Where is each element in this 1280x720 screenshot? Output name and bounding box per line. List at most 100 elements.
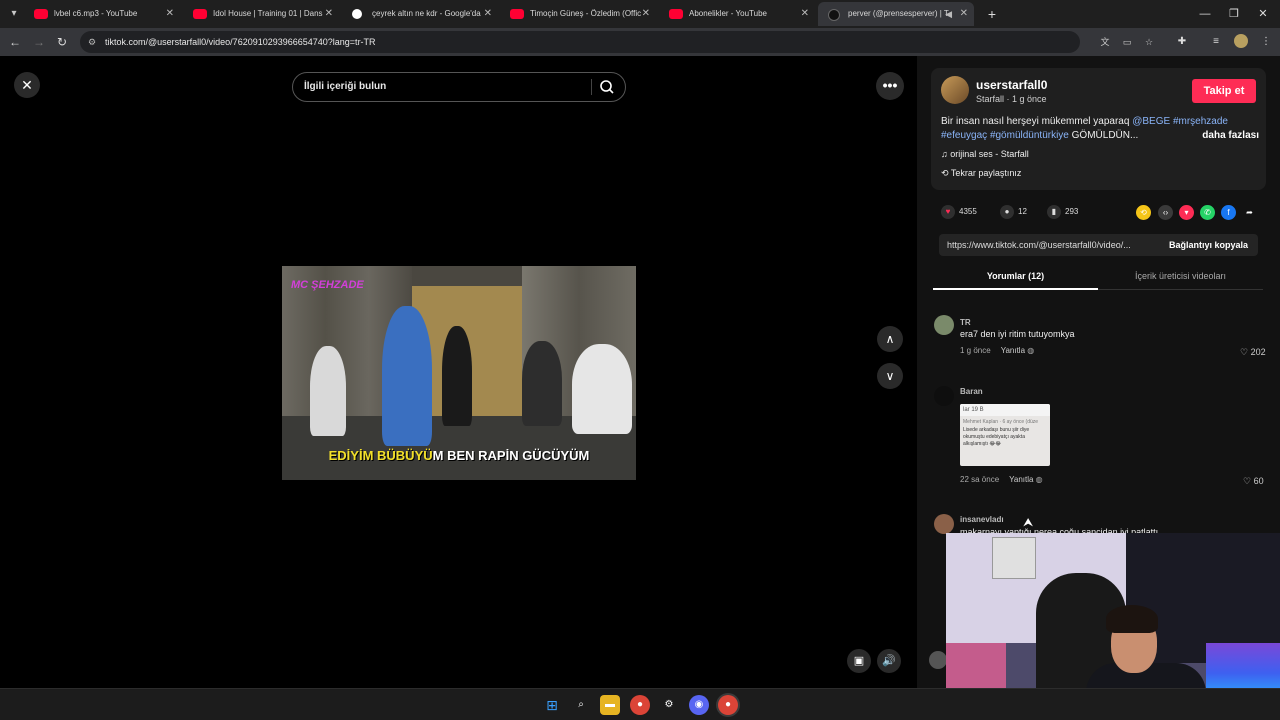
follow-button[interactable]: Takip et (1192, 79, 1256, 103)
close-tab-icon[interactable]: ✕ (166, 2, 174, 26)
address-bar[interactable]: ⚙ tiktok.com/@userstarfall0/video/762091… (80, 31, 1153, 53)
share-link-text[interactable]: https://www.tiktok.com/@userstarfall0/vi… (947, 234, 1131, 256)
author-username[interactable]: userstarfall0 (976, 78, 1047, 92)
repost-share-icon[interactable]: ⟲ (1136, 205, 1151, 220)
site-info-icon[interactable]: ⚙ (88, 36, 100, 48)
reply-button[interactable]: Yanıtla (1001, 346, 1025, 355)
bookmark-star-icon[interactable]: ☆ (1142, 35, 1156, 49)
browser-tab[interactable]: çeyrek altın ne kdr - Google'da ✕ (342, 2, 498, 26)
hashtag-link[interactable]: #efeuygaç (941, 130, 987, 141)
creator-liked-icon: ◍ (1033, 475, 1043, 484)
whatsapp-icon[interactable]: ✆ (1200, 205, 1215, 220)
user-avatar[interactable] (929, 651, 947, 669)
comment-text: era7 den iyi ritim tutuyomkya (960, 329, 1075, 339)
tab-comments[interactable]: Yorumlar (12) (933, 268, 1098, 290)
chrome-icon[interactable]: ● (630, 695, 650, 715)
next-video-button[interactable]: ∨ (877, 363, 903, 389)
comment-username[interactable]: Baran (960, 387, 983, 396)
reload-icon[interactable]: ↻ (53, 33, 71, 51)
close-tab-icon[interactable]: ✕ (484, 2, 492, 26)
file-explorer-icon[interactable]: ▬ (600, 695, 620, 715)
hashtag-link[interactable]: #mrşehzade (1173, 116, 1228, 127)
url-text[interactable]: tiktok.com/@userstarfall0/video/76209102… (105, 31, 376, 53)
restore-icon[interactable]: ❐ (1224, 4, 1244, 24)
google-icon (352, 9, 362, 19)
discord-icon[interactable]: ◉ (689, 695, 709, 715)
translate-icon[interactable]: 文 (1098, 35, 1112, 49)
commenter-avatar[interactable] (934, 514, 954, 534)
cat-poster (992, 537, 1036, 579)
close-tab-icon[interactable]: ✕ (642, 2, 650, 26)
music-note-icon: ♫ (941, 149, 951, 159)
person-figure (382, 306, 432, 446)
show-more-link[interactable]: daha fazlası (1202, 129, 1259, 143)
comment-like-button[interactable]: ♡ 202 (1240, 347, 1266, 358)
close-tab-icon[interactable]: ✕ (960, 2, 968, 26)
tab-strip: ▾ lvbel c6.mp3 - YouTube ✕ Idol House | … (0, 0, 1280, 28)
sound-link[interactable]: ♫ orijinal ses - Starfall (941, 149, 1029, 159)
previous-video-button[interactable]: ∧ (877, 326, 903, 352)
back-icon[interactable]: ← (6, 33, 24, 51)
profile-avatar[interactable] (1234, 34, 1248, 48)
commenter-avatar[interactable] (934, 386, 954, 406)
description-text: Bir insan nasıl herşeyi mükemmel yaparaq (941, 116, 1130, 127)
new-tab-button[interactable]: + (982, 4, 1002, 24)
extensions-icon[interactable]: ✚ (1174, 34, 1190, 50)
browser-toolbar: ← → ↻ ⚙ tiktok.com/@userstarfall0/video/… (0, 28, 1280, 56)
chrome-icon-active[interactable]: ● (718, 695, 738, 715)
comment-username[interactable]: TR (960, 318, 971, 327)
embed-icon[interactable]: ‹› (1158, 205, 1173, 220)
copy-link-button[interactable]: Bağlantıyı kopyala (1169, 234, 1248, 256)
tab-title: lvbel c6.mp3 - YouTube (54, 9, 138, 18)
more-options-button[interactable]: ••• (876, 72, 904, 100)
comment-meta: 22 sa önce Yanıtla ◍ (960, 475, 1043, 484)
comment-icon: ● (1000, 205, 1014, 219)
cast-icon[interactable]: ▭ (1120, 35, 1134, 49)
author-display-name: Starfall (976, 94, 1005, 104)
close-video-icon[interactable]: ✕ (14, 72, 40, 98)
like-button[interactable]: ♥ 4355 (941, 205, 977, 219)
save-button[interactable]: ▮ 293 (1047, 205, 1078, 219)
comment-button[interactable]: ● 12 (1000, 205, 1027, 219)
comment-username[interactable]: insanevladı (960, 515, 1004, 524)
windows-start-icon[interactable]: ⊞ (542, 695, 562, 715)
share-link-box: https://www.tiktok.com/@userstarfall0/vi… (939, 234, 1258, 256)
comment-image[interactable]: lar 19 B Mehmet Kaplan · 6 ay önce (düze… (960, 404, 1050, 466)
person-figure (442, 326, 472, 426)
window-close-icon[interactable]: ✕ (1253, 4, 1273, 24)
forward-icon[interactable]: → (30, 33, 48, 51)
related-search-input[interactable]: İlgili içeriği bulun (292, 72, 626, 102)
tab-search-icon[interactable]: ▾ (4, 4, 24, 24)
browser-tab[interactable]: Abonelikler - YouTube ✕ (659, 2, 815, 26)
browser-tab[interactable]: lvbel c6.mp3 - YouTube ✕ (24, 2, 180, 26)
commenter-avatar[interactable] (934, 315, 954, 335)
reply-button[interactable]: Yanıtla (1009, 475, 1033, 484)
video-frame[interactable]: MC ŞEHZADE EDİYİM BÜBÜYÜM BEN RAPİN GÜCÜ… (282, 266, 636, 480)
comment-tabs: Yorumlar (12) İçerik üreticisi videoları (933, 268, 1263, 290)
browser-tab[interactable]: Timoçin Güneş - Özledim (Offic ✕ (500, 2, 656, 26)
youtube-icon (193, 9, 207, 19)
author-avatar[interactable] (941, 76, 969, 104)
share-arrow-icon[interactable]: ➦ (1242, 205, 1257, 220)
menu-icon[interactable]: ⋮ (1258, 34, 1274, 50)
browser-tab-active[interactable]: perver (@prensesperver) | T ◀ ✕ (818, 2, 974, 26)
send-icon[interactable]: ▾ (1179, 205, 1194, 220)
settings-icon[interactable]: ⚙ (659, 695, 679, 715)
speaker-icon[interactable]: ◀ (945, 2, 952, 26)
heart-outline-icon: ♡ (1240, 347, 1251, 357)
minimize-icon[interactable]: — (1195, 4, 1215, 24)
hashtag-link[interactable]: #gömüldüntürkiye (990, 130, 1069, 141)
search-icon[interactable] (598, 78, 616, 96)
floating-player-icon[interactable]: ▣ (847, 649, 871, 673)
comment-like-button[interactable]: ♡ 60 (1243, 476, 1264, 487)
caption-rest: M BEN RAPİN GÜCÜYÜM (432, 448, 590, 463)
browser-tab[interactable]: Idol House | Training 01 | Dans ✕ (183, 2, 339, 26)
volume-icon[interactable]: 🔊 (877, 649, 901, 673)
close-tab-icon[interactable]: ✕ (325, 2, 333, 26)
mention-link[interactable]: @BEGE (1132, 116, 1170, 127)
reading-list-icon[interactable]: ≡ (1208, 34, 1224, 50)
search-icon[interactable]: ⌕ (571, 695, 591, 715)
tab-creator-videos[interactable]: İçerik üreticisi videoları (1098, 268, 1263, 284)
close-tab-icon[interactable]: ✕ (801, 2, 809, 26)
facebook-icon[interactable]: f (1221, 205, 1236, 220)
